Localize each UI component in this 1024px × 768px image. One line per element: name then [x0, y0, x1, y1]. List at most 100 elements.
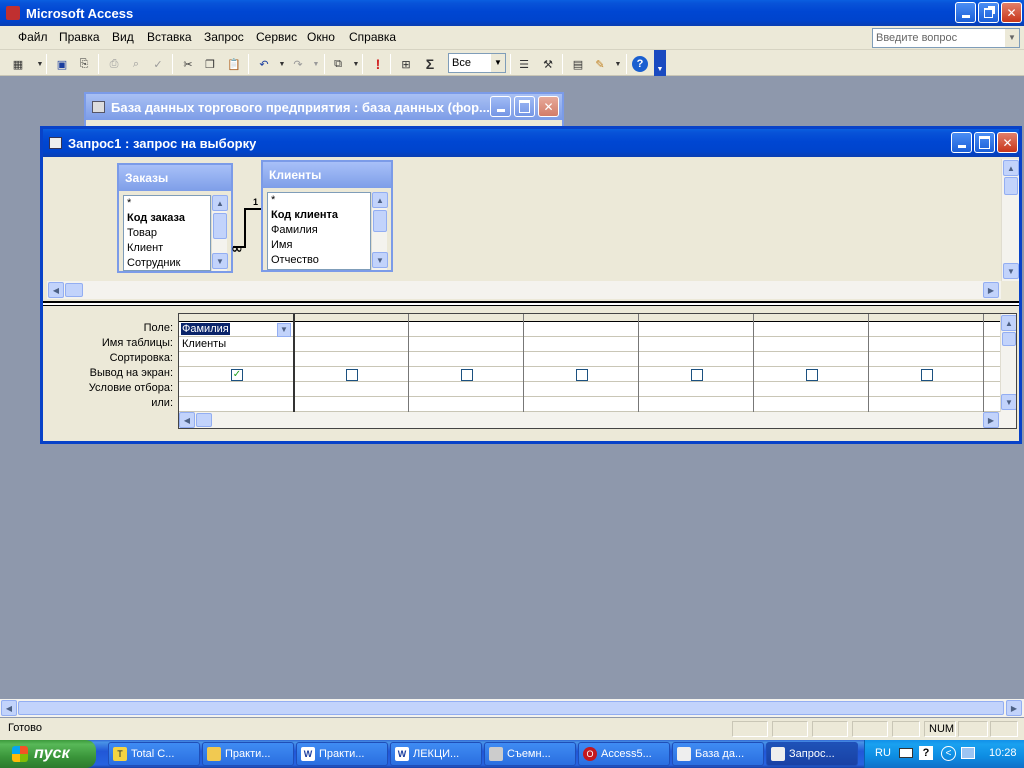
menu-help[interactable]: Справка	[349, 30, 396, 44]
show-checkbox[interactable]	[691, 369, 703, 381]
minimize-button[interactable]	[951, 132, 972, 153]
grid-hscroll[interactable]: ◀ ▶	[179, 412, 1016, 428]
top-values-select[interactable]: Все ▼	[448, 53, 506, 73]
show-checkbox[interactable]: ✓	[231, 369, 243, 381]
design-grid[interactable]: Фамилия ▼ Клиенты ✓ ▲ ▼ ◀ ▶	[178, 313, 1017, 429]
dropdown-icon[interactable]: ▼	[610, 56, 626, 72]
show-checkbox[interactable]	[461, 369, 473, 381]
menu-edit[interactable]: Правка	[59, 30, 100, 44]
cut-icon[interactable]: ✂	[180, 56, 196, 72]
print-icon[interactable]: ⎙	[106, 56, 122, 72]
grid-cell-field[interactable]: Фамилия ▼	[181, 323, 291, 337]
field-item[interactable]: *	[268, 193, 370, 208]
table-orders[interactable]: Заказы * Код заказа Товар Клиент Сотрудн…	[117, 163, 233, 273]
restore-button[interactable]	[978, 2, 999, 23]
field-item[interactable]: Имя	[268, 238, 370, 253]
undo-icon[interactable]: ↶	[256, 56, 272, 72]
redo-icon[interactable]: ↷	[290, 56, 306, 72]
help-question-box[interactable]: Введите вопрос ▼	[872, 28, 1020, 48]
database-window[interactable]: База данных торгового предприятия : база…	[84, 92, 564, 126]
scroll-right-icon[interactable]: ▶	[983, 282, 999, 298]
grid-cell-table[interactable]: Клиенты	[182, 338, 292, 352]
relationship-line[interactable]: 1 ∞	[231, 195, 265, 255]
menu-query[interactable]: Запрос	[204, 30, 244, 44]
field-item-key[interactable]: Код заказа	[124, 211, 210, 226]
print-preview-icon[interactable]: ⌕	[128, 56, 144, 72]
menu-view[interactable]: Вид	[112, 30, 134, 44]
toolbar-options-icon[interactable]: ▼	[654, 50, 666, 76]
query-type-icon[interactable]: ⧉	[330, 56, 346, 72]
spelling-icon[interactable]: ✓	[150, 56, 166, 72]
dropdown-icon[interactable]: ▼	[308, 56, 324, 72]
taskbar-item[interactable]: База да...	[672, 742, 764, 766]
minimize-button[interactable]	[955, 2, 976, 23]
database-window-icon[interactable]: ▤	[570, 56, 586, 72]
scroll-down-icon[interactable]: ▼	[1001, 394, 1016, 410]
maximize-button[interactable]	[974, 132, 995, 153]
scroll-thumb[interactable]	[1004, 177, 1018, 195]
scroll-down-icon[interactable]: ▼	[212, 253, 228, 269]
save-as-icon[interactable]: ⎘	[76, 56, 92, 72]
help-icon[interactable]: ?	[919, 746, 933, 760]
show-checkbox[interactable]	[576, 369, 588, 381]
close-button[interactable]: ✕	[997, 132, 1018, 153]
show-checkbox[interactable]	[806, 369, 818, 381]
field-item[interactable]: Клиент	[124, 241, 210, 256]
table-pane-hscroll[interactable]: ◀ ▶	[47, 281, 1001, 299]
close-button[interactable]: ✕	[538, 96, 559, 117]
build-icon[interactable]: ⚒	[540, 56, 556, 72]
properties-icon[interactable]: ☰	[516, 56, 532, 72]
table-pane-vscroll[interactable]: ▲ ▼	[1001, 159, 1019, 281]
save-icon[interactable]: ▣	[54, 56, 70, 72]
taskbar-item[interactable]: W Практи...	[296, 742, 388, 766]
access-icon[interactable]	[6, 6, 20, 20]
view-icon[interactable]: ▦	[10, 56, 26, 72]
field-item[interactable]: *	[124, 196, 210, 211]
scroll-left-icon[interactable]: ◀	[1, 700, 17, 716]
chevron-down-icon[interactable]: ▼	[1005, 29, 1019, 47]
dropdown-icon[interactable]: ▼	[274, 56, 290, 72]
show-table-icon[interactable]: ⊞	[398, 56, 414, 72]
scroll-thumb[interactable]	[196, 413, 212, 427]
clock[interactable]: 10:28	[989, 747, 1017, 759]
show-checkbox[interactable]	[346, 369, 358, 381]
taskbar-item-active[interactable]: Запрос...	[766, 742, 858, 766]
scroll-right-icon[interactable]: ▶	[1006, 700, 1022, 716]
scroll-thumb[interactable]	[373, 210, 387, 232]
start-button[interactable]: пуск	[0, 740, 96, 768]
table-clients-fields[interactable]: * Код клиента Фамилия Имя Отчество	[267, 192, 371, 270]
menu-insert[interactable]: Вставка	[147, 30, 192, 44]
scroll-down-icon[interactable]: ▼	[372, 252, 388, 268]
language-indicator[interactable]: RU	[875, 747, 891, 759]
taskbar-item[interactable]: Практи...	[202, 742, 294, 766]
query-window[interactable]: Запрос1 : запрос на выборку ✕ Заказы * К…	[40, 126, 1022, 444]
scroll-thumb[interactable]	[65, 283, 83, 297]
menu-window[interactable]: Окно	[307, 30, 335, 44]
taskbar-item[interactable]: Съемн...	[484, 742, 576, 766]
scroll-up-icon[interactable]: ▲	[1003, 160, 1019, 176]
field-item[interactable]: Сотрудник	[124, 256, 210, 271]
scroll-thumb[interactable]	[1002, 332, 1016, 346]
scroll-left-icon[interactable]: ◀	[48, 282, 64, 298]
field-item[interactable]: Отчество	[268, 253, 370, 268]
scroll-thumb[interactable]	[18, 701, 1004, 715]
chevron-down-icon[interactable]: ▼	[277, 323, 291, 337]
show-checkbox[interactable]	[921, 369, 933, 381]
copy-icon[interactable]: ❐	[202, 56, 218, 72]
taskbar-item[interactable]: T Total C...	[108, 742, 200, 766]
field-item[interactable]: Товар	[124, 226, 210, 241]
close-button[interactable]: ✕	[1001, 2, 1022, 23]
paste-icon[interactable]: 📋	[226, 56, 242, 72]
keyboard-icon[interactable]	[899, 748, 913, 758]
table-clients-title[interactable]: Клиенты	[263, 162, 391, 188]
run-icon[interactable]: !	[370, 56, 386, 72]
menu-tools[interactable]: Сервис	[256, 30, 297, 44]
scroll-up-icon[interactable]: ▲	[212, 195, 228, 211]
scroll-thumb[interactable]	[213, 213, 227, 239]
chevron-down-icon[interactable]: ▼	[491, 54, 505, 72]
table-orders-scrollbar[interactable]: ▲ ▼	[211, 195, 228, 271]
scroll-down-icon[interactable]: ▼	[1003, 263, 1019, 279]
table-clients[interactable]: Клиенты * Код клиента Фамилия Имя Отчест…	[261, 160, 393, 272]
table-orders-fields[interactable]: * Код заказа Товар Клиент Сотрудник	[123, 195, 211, 271]
workspace-hscroll[interactable]: ◀ ▶	[0, 699, 1024, 717]
